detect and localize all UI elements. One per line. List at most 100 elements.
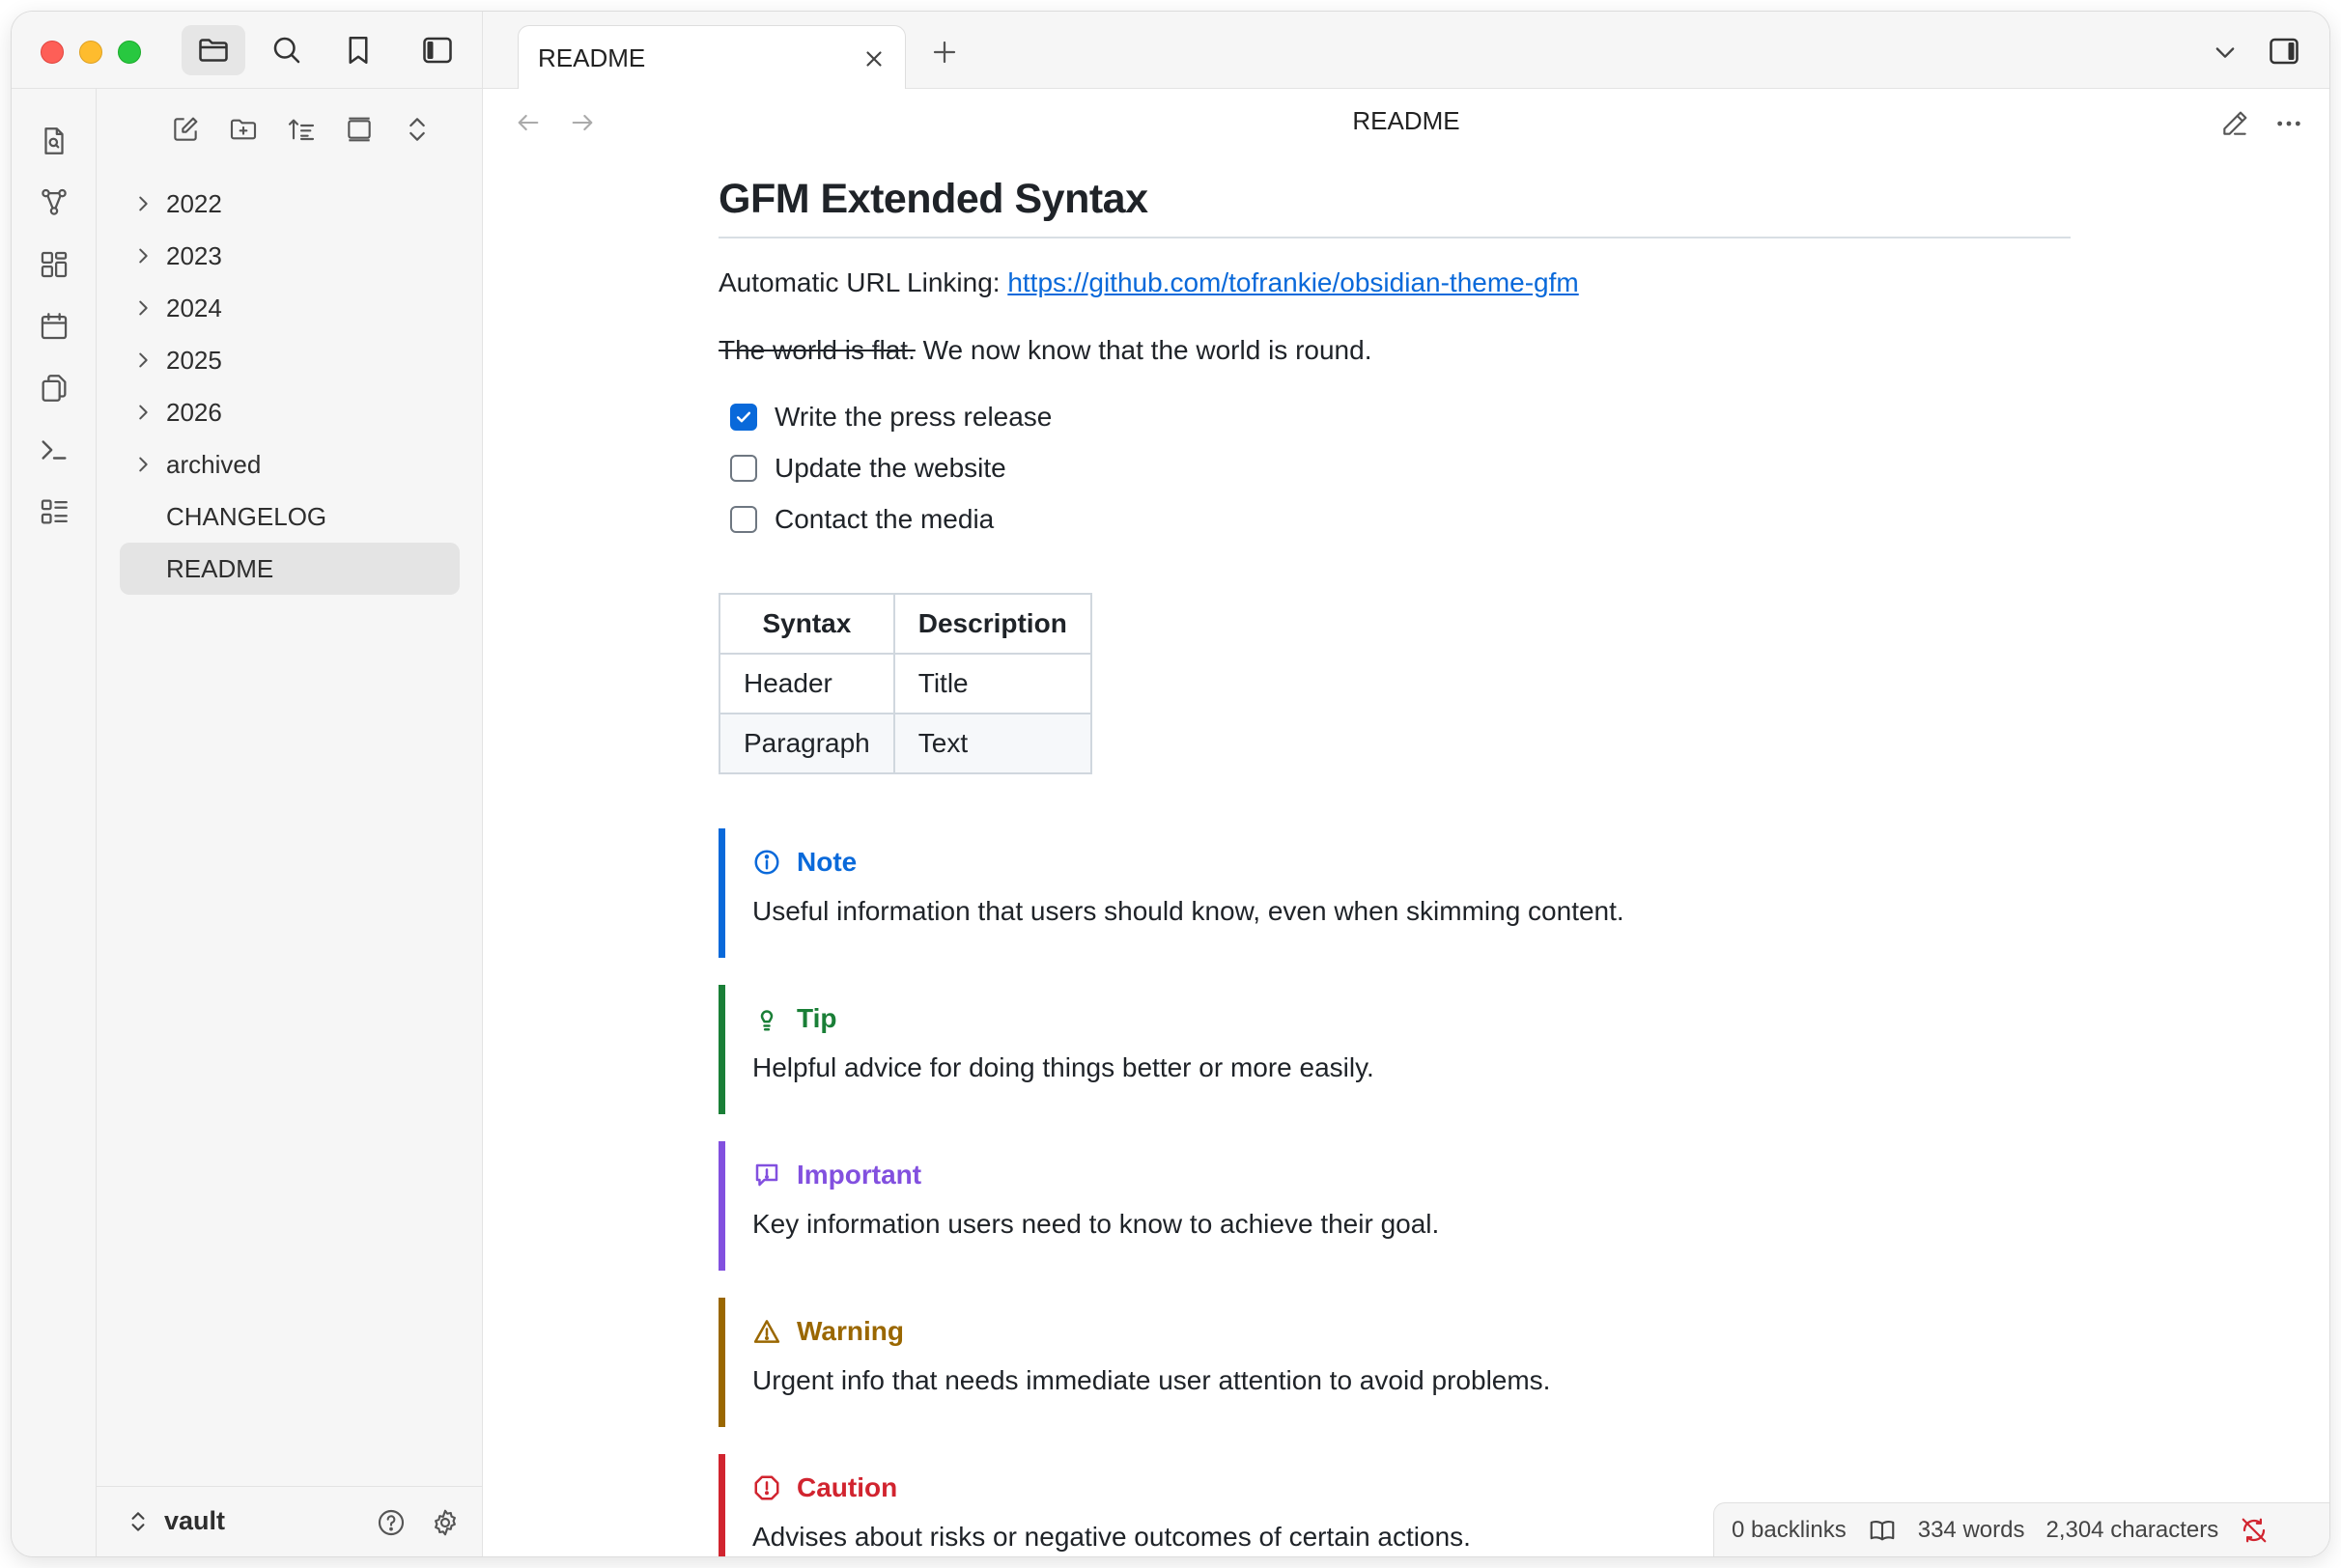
tree-folder-archived[interactable]: archived	[120, 438, 460, 490]
new-note-button[interactable]	[166, 110, 205, 149]
new-note-icon	[174, 117, 198, 141]
callout-title-text: Note	[797, 847, 858, 877]
tree-folder-2026[interactable]: 2026	[120, 386, 460, 438]
toggle-left-sidebar-button[interactable]	[406, 25, 469, 75]
tree-item-label: 2026	[166, 397, 222, 427]
plus-icon	[933, 41, 956, 64]
view-title[interactable]: README	[483, 106, 2329, 136]
autolink-paragraph: Automatic URL Linking: https://github.co…	[719, 264, 2071, 302]
callout-tip: Tip Helpful advice for doing things bett…	[719, 985, 2071, 1114]
graph-icon	[42, 188, 67, 215]
files-tab-button[interactable]	[182, 25, 245, 75]
expand-collapse-button[interactable]	[398, 110, 437, 149]
file-tree: 2022 2023 2024 2025 2026 archived CHANGE…	[120, 178, 460, 595]
ribbon-canvas-button[interactable]	[33, 243, 75, 286]
paragraph-text: We now know that the world is round.	[915, 335, 1372, 365]
close-tab-button[interactable]	[859, 43, 889, 74]
strikethrough-paragraph: The world is flat. We now know that the …	[719, 331, 2071, 370]
bookmarks-tab-button[interactable]	[326, 25, 390, 75]
check-icon	[736, 411, 751, 422]
search-tab-button[interactable]	[255, 25, 319, 75]
chevron-right-icon	[120, 193, 166, 214]
sort-button[interactable]	[282, 110, 321, 149]
tree-folder-2022[interactable]: 2022	[120, 178, 460, 230]
callout-title-text: Important	[797, 1160, 922, 1190]
task-item: Contact the media	[719, 493, 2071, 545]
calendar-icon	[41, 313, 68, 340]
bookmark-icon	[349, 36, 368, 65]
edit-mode-button[interactable]	[2215, 104, 2254, 143]
ribbon-outline-button[interactable]	[33, 490, 75, 533]
note-heading: GFM Extended Syntax	[719, 176, 2071, 238]
callout-title-text: Tip	[797, 1003, 837, 1033]
task-checkbox-checked[interactable]	[730, 403, 757, 431]
tree-file-changelog[interactable]: CHANGELOG	[120, 490, 460, 543]
chevron-right-icon	[120, 245, 166, 266]
more-options-button[interactable]	[2270, 104, 2308, 143]
ribbon-command-palette-button[interactable]	[33, 429, 75, 471]
auto-reveal-button[interactable]	[340, 110, 379, 149]
minimize-window-button[interactable]	[79, 41, 102, 64]
sort-icon	[288, 119, 315, 141]
vault-bar: vault	[97, 1486, 483, 1556]
tree-item-label: 2024	[166, 293, 222, 322]
table-row: Paragraph Text	[719, 713, 1092, 774]
task-checkbox[interactable]	[730, 454, 757, 482]
vault-switcher[interactable]: vault	[126, 1506, 225, 1536]
help-button[interactable]	[373, 1504, 409, 1541]
task-list: Write the press release Update the websi…	[719, 391, 2071, 545]
close-icon	[866, 51, 882, 67]
new-tab-button[interactable]	[925, 33, 964, 71]
toggle-right-sidebar-button[interactable]	[2264, 31, 2304, 71]
task-text: Contact the media	[775, 503, 995, 534]
ribbon-calendar-button[interactable]	[33, 305, 75, 348]
view-header: README	[483, 89, 2329, 154]
note-content: GFM Extended Syntax Automatic URL Linkin…	[719, 176, 2071, 1556]
tree-folder-2025[interactable]: 2025	[120, 334, 460, 386]
close-window-button[interactable]	[41, 41, 64, 64]
callout-title-text: Warning	[797, 1316, 904, 1346]
book-icon[interactable]	[1868, 1516, 1897, 1545]
callout-important: Important Key information users need to …	[719, 1141, 2071, 1271]
sidebar-left-icon	[423, 37, 452, 64]
task-item: Update the website	[719, 442, 2071, 493]
new-folder-button[interactable]	[224, 110, 263, 149]
tree-file-readme[interactable]: README	[120, 543, 460, 595]
settings-button[interactable]	[427, 1504, 464, 1541]
ribbon-quick-switch-button[interactable]	[33, 120, 75, 162]
tree-folder-2023[interactable]: 2023	[120, 230, 460, 282]
chevron-down-icon	[2215, 47, 2235, 58]
collapse-icon	[348, 117, 371, 142]
tree-item-label: 2025	[166, 345, 222, 375]
syntax-table: Syntax Description Header Title Paragrap…	[719, 593, 1092, 774]
search-icon	[273, 37, 300, 64]
autolink-url[interactable]: https://github.com/tofrankie/obsidian-th…	[1007, 267, 1578, 297]
tab-list-button[interactable]	[2206, 33, 2244, 71]
table-cell: Header	[719, 653, 895, 714]
tree-folder-2024[interactable]: 2024	[120, 282, 460, 334]
task-checkbox[interactable]	[730, 505, 757, 533]
character-count: 2,304 characters	[2045, 1516, 2219, 1543]
warning-icon	[753, 1320, 780, 1343]
tree-item-label: CHANGELOG	[166, 501, 327, 531]
table-header-cell: Description	[892, 593, 1092, 655]
tab-readme[interactable]: README	[518, 25, 906, 90]
strikethrough-text: The world is flat.	[719, 335, 916, 365]
ribbon-graph-button[interactable]	[33, 182, 75, 224]
status-bar: 0 backlinks 334 words 2,304 characters	[1713, 1502, 2329, 1556]
outline-icon	[41, 499, 68, 524]
table-row: Header Title	[719, 653, 1092, 714]
explorer-toolbar	[97, 110, 483, 149]
callout-body: Useful information that users should kno…	[752, 896, 1624, 926]
stop-icon	[754, 1475, 779, 1500]
callout-title: Warning	[752, 1298, 2071, 1352]
expand-icon	[409, 118, 425, 141]
canvas-icon	[41, 251, 68, 278]
callout-body: Urgent info that needs immediate user at…	[752, 1365, 1551, 1395]
maximize-window-button[interactable]	[118, 41, 141, 64]
ribbon-templates-button[interactable]	[33, 367, 75, 409]
sync-off-icon[interactable]	[2240, 1516, 2269, 1545]
backlinks-count[interactable]: 0 backlinks	[1732, 1517, 1847, 1544]
tree-item-label: 2023	[166, 240, 222, 270]
callout-note: Note Useful information that users shoul…	[719, 828, 2071, 958]
